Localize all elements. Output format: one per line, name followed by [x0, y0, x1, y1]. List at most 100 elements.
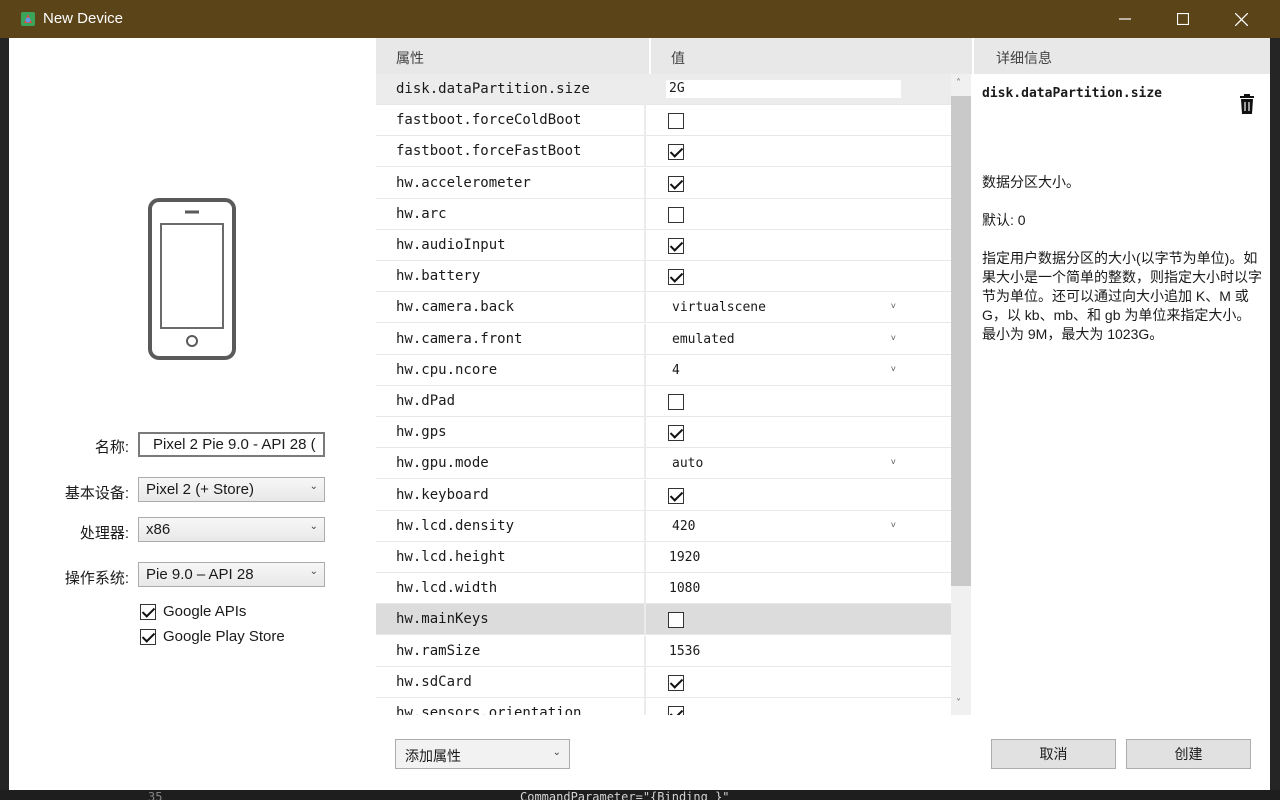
name-input[interactable]: Pixel 2 Pie 9.0 - API 28 ( [138, 432, 325, 457]
property-value-select[interactable]: 420 ˅ [672, 519, 896, 534]
property-row[interactable]: hw.arc [376, 199, 951, 230]
property-name: hw.camera.front [396, 331, 523, 347]
app-icon [21, 12, 35, 26]
os-value: Pie 9.0 – API 28 [146, 566, 254, 583]
new-device-dialog: 名称: Pixel 2 Pie 9.0 - API 28 ( 基本设备: Pix… [9, 38, 1270, 790]
details-default: 默认: 0 [982, 212, 1026, 228]
scrollbar-thumb[interactable] [951, 96, 971, 586]
checkbox-checked-icon[interactable] [668, 706, 684, 715]
property-value-input[interactable]: 2G [666, 80, 901, 98]
property-row[interactable]: hw.mainKeys [376, 604, 951, 635]
scroll-down-icon[interactable]: ˅ [956, 698, 961, 709]
checkbox-checked-icon[interactable] [668, 176, 684, 192]
property-row[interactable]: hw.lcd.height 1920 [376, 542, 951, 573]
column-separator [644, 573, 646, 604]
maximize-button[interactable] [1154, 0, 1212, 38]
property-name: hw.sensors.orientation [396, 705, 582, 715]
google-apis-checkbox[interactable]: Google APIs [140, 603, 246, 620]
minimize-button[interactable] [1096, 0, 1154, 38]
property-name: hw.cpu.ncore [396, 362, 498, 378]
property-row[interactable]: hw.lcd.density 420 ˅ [376, 511, 951, 542]
close-button[interactable] [1212, 0, 1270, 38]
property-value-text[interactable]: 1920 [669, 550, 700, 565]
chevron-down-icon: ⌄ [309, 566, 318, 577]
property-value-select[interactable]: 4 ˅ [672, 363, 896, 378]
property-row[interactable]: hw.ramSize 1536 [376, 636, 951, 667]
chevron-down-icon: ˅ [890, 458, 896, 468]
property-name: hw.arc [396, 206, 447, 222]
checkbox-unchecked-icon[interactable] [668, 113, 684, 129]
column-separator [644, 230, 646, 261]
column-separator [644, 261, 646, 292]
column-separator [644, 511, 646, 542]
column-separator [644, 292, 646, 323]
property-name: hw.audioInput [396, 237, 506, 253]
checkbox-checked-icon[interactable] [668, 269, 684, 285]
property-row[interactable]: hw.lcd.width 1080 [376, 573, 951, 604]
property-row[interactable]: hw.audioInput [376, 230, 951, 261]
trash-icon[interactable] [1239, 94, 1255, 114]
property-row[interactable]: hw.cpu.ncore 4 ˅ [376, 355, 951, 386]
property-value-text[interactable]: 1536 [669, 644, 700, 659]
column-separator [644, 105, 646, 136]
background-ide-right [1270, 38, 1280, 800]
property-name: hw.lcd.width [396, 580, 498, 596]
minimize-icon [1119, 18, 1131, 20]
property-name: hw.camera.back [396, 299, 515, 315]
checkbox-checked-icon[interactable] [668, 675, 684, 691]
property-value-select[interactable]: virtualscene ˅ [672, 300, 896, 315]
property-row[interactable]: hw.gpu.mode auto ˅ [376, 448, 951, 479]
base-device-select[interactable]: Pixel 2 (+ Store) ⌄ [138, 477, 325, 502]
property-value-select[interactable]: emulated ˅ [672, 332, 896, 347]
os-select[interactable]: Pie 9.0 – API 28 ⌄ [138, 562, 325, 587]
property-row[interactable]: hw.camera.front emulated ˅ [376, 324, 951, 355]
property-value-text[interactable]: 1080 [669, 581, 700, 596]
property-row[interactable]: disk.dataPartition.size 2G [376, 74, 951, 105]
property-row[interactable]: hw.gps [376, 417, 951, 448]
checkbox-checked-icon[interactable] [140, 603, 156, 620]
column-separator [644, 604, 646, 635]
cancel-button[interactable]: 取消 [991, 739, 1116, 769]
chevron-down-icon: ˅ [890, 521, 896, 531]
property-name: hw.dPad [396, 393, 456, 409]
property-row[interactable]: hw.battery [376, 261, 951, 292]
column-separator [644, 168, 646, 199]
property-grid-header: 属性 值 详细信息 [376, 38, 1270, 74]
property-row[interactable]: hw.camera.back virtualscene ˅ [376, 292, 951, 323]
property-row[interactable]: hw.sensors.orientation [376, 698, 951, 715]
os-label: 操作系统: [64, 570, 129, 587]
checkbox-checked-icon[interactable] [668, 488, 684, 504]
phone-icon [148, 198, 236, 360]
title-bar: New Device [0, 0, 1280, 38]
header-separator [972, 38, 974, 74]
property-value: 420 [672, 519, 696, 534]
cpu-value: x86 [146, 521, 171, 538]
checkbox-checked-icon[interactable] [668, 425, 684, 441]
property-value-select[interactable]: auto ˅ [672, 456, 896, 471]
column-separator [644, 667, 646, 698]
checkbox-unchecked-icon[interactable] [668, 394, 684, 410]
property-row[interactable]: fastboot.forceColdBoot [376, 105, 951, 136]
checkbox-checked-icon[interactable] [668, 144, 684, 160]
property-row[interactable]: hw.sdCard [376, 667, 951, 698]
property-grid-scrollbar[interactable]: ˄ ˅ [951, 74, 971, 715]
play-store-checkbox[interactable]: Google Play Store [140, 628, 285, 645]
property-name: hw.mainKeys [396, 611, 489, 627]
create-button[interactable]: 创建 [1126, 739, 1251, 769]
chevron-down-icon: ⌄ [309, 521, 318, 532]
checkbox-unchecked-icon[interactable] [668, 207, 684, 223]
property-row[interactable]: hw.dPad [376, 386, 951, 417]
column-separator [644, 136, 646, 167]
scroll-up-icon[interactable]: ˄ [956, 78, 961, 89]
add-property-select[interactable]: 添加属性 ⌄ [395, 739, 570, 769]
checkbox-unchecked-icon[interactable] [668, 612, 684, 628]
property-row[interactable]: hw.accelerometer [376, 168, 951, 199]
checkbox-checked-icon[interactable] [140, 628, 156, 645]
property-name: hw.keyboard [396, 487, 489, 503]
cpu-select[interactable]: x86 ⌄ [138, 517, 325, 542]
property-grid[interactable]: disk.dataPartition.size 2G fastboot.forceC… [376, 74, 951, 715]
property-row[interactable]: hw.keyboard [376, 480, 951, 511]
property-row[interactable]: fastboot.forceFastBoot [376, 136, 951, 167]
property-value: emulated [672, 332, 735, 347]
checkbox-checked-icon[interactable] [668, 238, 684, 254]
